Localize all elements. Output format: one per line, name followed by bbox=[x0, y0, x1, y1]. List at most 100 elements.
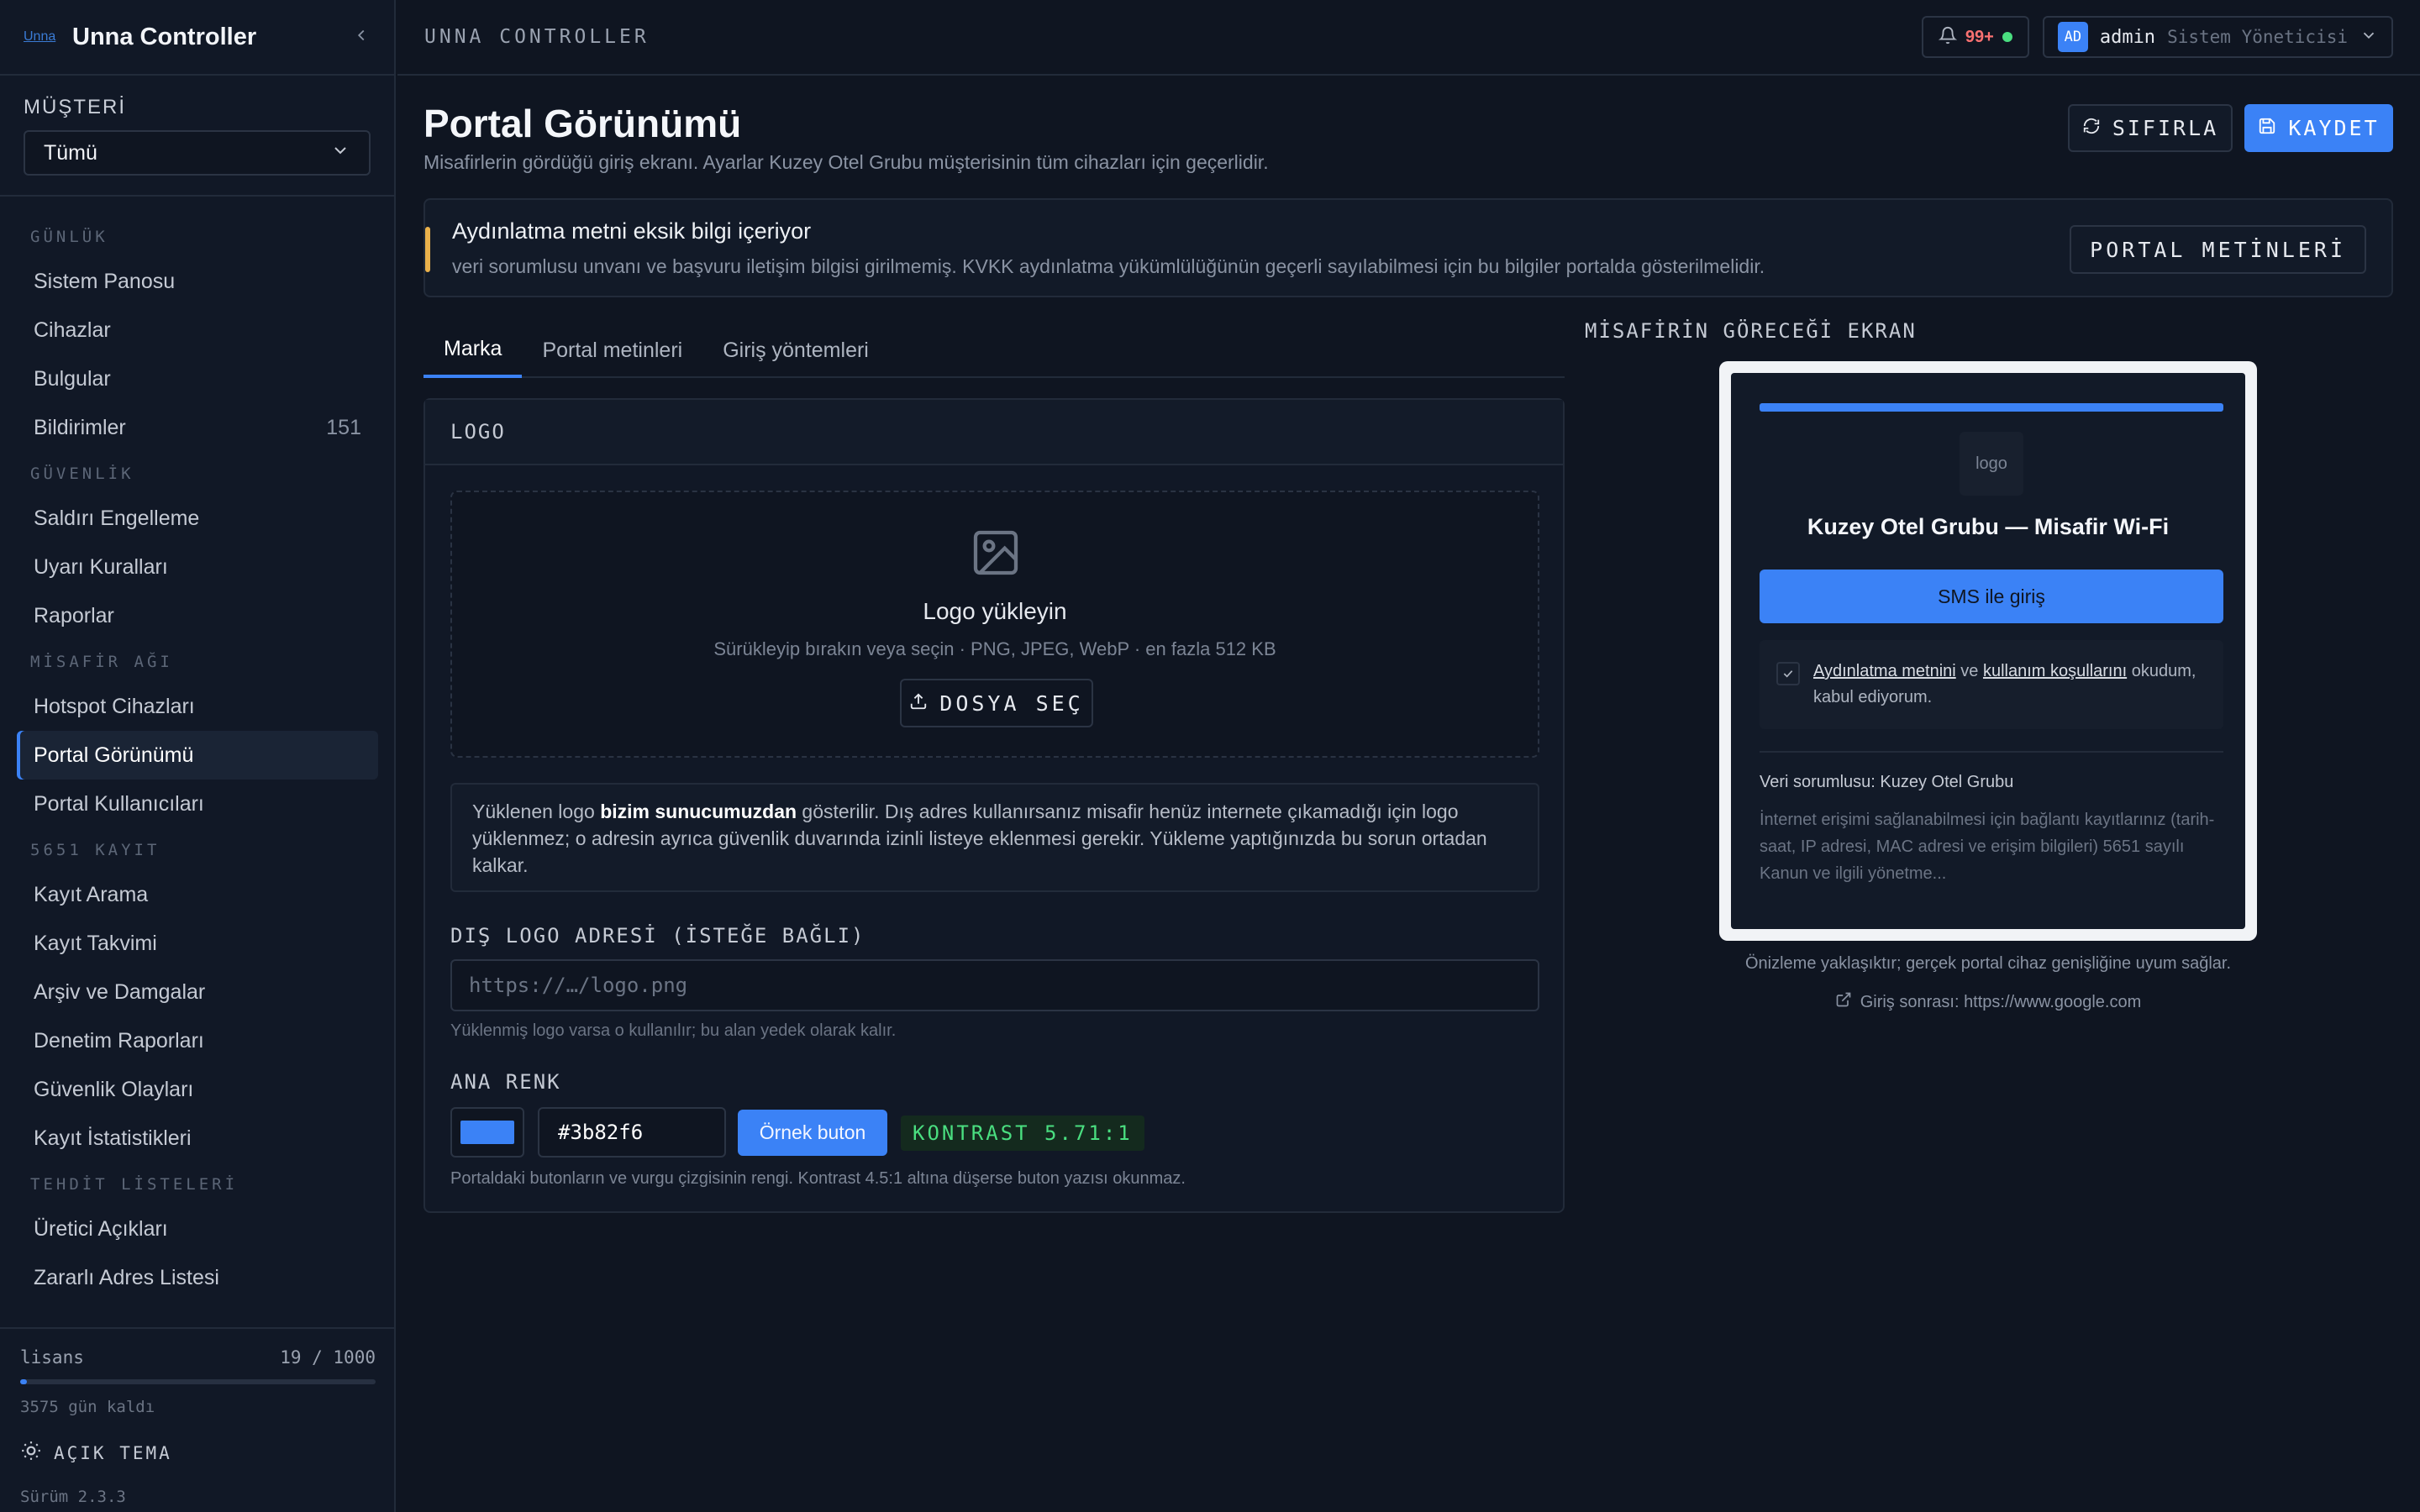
sidebar-item-label: Kayıt Arama bbox=[34, 882, 149, 906]
sidebar-item[interactable]: Raporlar bbox=[17, 591, 378, 640]
license-row: lisans 19 / 1000 bbox=[20, 1347, 376, 1368]
customer-select[interactable]: Tümü bbox=[24, 130, 371, 176]
sidebar-item[interactable]: Uyarı Kuralları bbox=[17, 543, 378, 591]
app-version: Sürüm 2.3.3 bbox=[20, 1488, 126, 1506]
sidebar-item[interactable]: Üretici Açıkları bbox=[17, 1205, 378, 1253]
breadcrumb: UNNA CONTROLLER bbox=[424, 26, 650, 48]
sidebar-footer: lisans 19 / 1000 3575 gün kaldı AÇIK TEM… bbox=[0, 1327, 396, 1512]
sidebar-item-label: Arşiv ve Damgalar bbox=[34, 979, 206, 1004]
theme-toggle[interactable]: AÇIK TEMA bbox=[20, 1440, 376, 1466]
customer-label: MÜŞTERİ bbox=[24, 96, 126, 118]
upload-icon bbox=[909, 691, 928, 716]
sidebar-item[interactable]: Kayıt Takvimi bbox=[17, 919, 378, 968]
sidebar-item-label: Sistem Panosu bbox=[34, 269, 176, 293]
sidebar-item-label: Üretici Açıkları bbox=[34, 1216, 168, 1241]
color-swatch bbox=[460, 1121, 514, 1144]
user-menu[interactable]: AD admin Sistem Yöneticisi bbox=[2042, 16, 2393, 58]
sidebar-item[interactable]: Güvenlik Olayları bbox=[17, 1065, 378, 1114]
sidebar-item[interactable]: Portal Görünümü bbox=[17, 731, 378, 780]
sidebar-item[interactable]: Zararlı Adres Listesi bbox=[17, 1253, 378, 1302]
page-subtitle: Misafirlerin gördüğü giriş ekranı. Ayarl… bbox=[424, 151, 1269, 173]
notifications-button[interactable]: 99+ bbox=[1921, 16, 2029, 58]
sidebar-item-label: Portal Kullanıcıları bbox=[34, 791, 204, 816]
external-logo-url-input[interactable] bbox=[450, 959, 1539, 1011]
sidebar-item[interactable]: Bildirimler 151 bbox=[17, 403, 378, 452]
sidebar: Unna Unna Controller MÜŞTERİ Tümü GÜNLÜK… bbox=[0, 0, 396, 1512]
preview-note: Önizleme yaklaşıktır; gerçek portal ciha… bbox=[1744, 954, 2232, 973]
preview-consent-box: Aydınlatma metnini ve kullanım koşulları… bbox=[1760, 640, 2223, 729]
sidebar-item-label: Cihazlar bbox=[34, 318, 111, 342]
check-icon bbox=[1776, 662, 1800, 685]
chevron-down-icon bbox=[330, 140, 350, 166]
dropzone-hint: Sürükleyip bırakın veya seçin · PNG, JPE… bbox=[713, 638, 1276, 659]
external-logo-label: DIŞ LOGO ADRESİ (İSTEĞE BAĞLI) bbox=[450, 924, 865, 948]
chevron-down-icon bbox=[2360, 26, 2378, 49]
choose-file-button[interactable]: DOSYA SEÇ bbox=[900, 679, 1093, 727]
sidebar-item[interactable]: Bulgular bbox=[17, 354, 378, 403]
sidebar-item[interactable]: Saldırı Engelleme bbox=[17, 494, 378, 543]
preview-redirect-text: Giriş sonrası: https://www.google.com bbox=[1860, 992, 2142, 1011]
customer-select-value: Tümü bbox=[44, 140, 97, 165]
external-link-icon bbox=[1835, 991, 1852, 1013]
preview-device-frame: logo Kuzey Otel Grubu — Misafir Wi-Fi SM… bbox=[1719, 361, 2257, 941]
sidebar-item[interactable]: Cihazlar bbox=[17, 306, 378, 354]
sidebar-item[interactable]: Arşiv ve Damgalar bbox=[17, 968, 378, 1016]
alert-accent-bar bbox=[425, 227, 430, 272]
sidebar-section-label: MİSAFİR AĞI bbox=[30, 653, 173, 671]
sidebar-item[interactable]: Denetim Raporları bbox=[17, 1016, 378, 1065]
app-logo: Unna bbox=[24, 29, 56, 44]
save-button[interactable]: KAYDET bbox=[2244, 104, 2393, 152]
chevron-left-icon[interactable] bbox=[352, 24, 371, 50]
dropzone-title: Logo yükleyin bbox=[923, 598, 1067, 624]
sidebar-item-label: Saldırı Engelleme bbox=[34, 506, 200, 530]
tab-portal-texts[interactable]: Portal metinleri bbox=[522, 323, 702, 378]
color-picker[interactable] bbox=[450, 1107, 524, 1158]
color-hex-input[interactable] bbox=[538, 1107, 726, 1158]
save-icon bbox=[2258, 116, 2276, 140]
preview-accent-line bbox=[1760, 403, 2223, 412]
sidebar-item-count: 151 bbox=[326, 415, 361, 439]
bell-icon bbox=[1938, 26, 1958, 49]
sidebar-section-label: 5651 KAYIT bbox=[30, 841, 160, 859]
user-name: admin bbox=[2099, 26, 2156, 48]
sidebar-item[interactable]: Hotspot Cihazları bbox=[17, 682, 378, 731]
refresh-icon bbox=[2082, 116, 2101, 140]
portal-texts-button[interactable]: PORTAL METİNLERİ bbox=[2070, 225, 2366, 274]
sidebar-item-label: Bulgular bbox=[34, 366, 111, 391]
sidebar-nav: GÜNLÜK Sistem Panosu Cihazlar Bulgular Bildi… bbox=[17, 215, 378, 1324]
preview-redirect: Giriş sonrası: https://www.google.com bbox=[1719, 991, 2257, 1013]
sidebar-item[interactable]: Kayıt Arama bbox=[17, 870, 378, 919]
sidebar-section-label: TEHDİT LİSTELERİ bbox=[30, 1175, 239, 1194]
logo-dropzone[interactable]: Logo yükleyin Sürükleyip bırakın veya se… bbox=[450, 491, 1539, 758]
preview-sms-login-button: SMS ile giriş bbox=[1760, 570, 2223, 623]
logo-info-box: Yüklenen logo bizim sunucumuzdan gösteri… bbox=[450, 783, 1539, 892]
sidebar-item-label: Denetim Raporları bbox=[34, 1028, 204, 1053]
info-text-bold: bizim sunucumuzdan bbox=[600, 801, 797, 822]
topbar: UNNA CONTROLLER 99+ AD admin Sistem Yöne… bbox=[397, 0, 2420, 76]
sample-button[interactable]: Örnek buton bbox=[738, 1110, 887, 1156]
sidebar-item-label: Hotspot Cihazları bbox=[34, 694, 195, 718]
page-title: Portal Görünümü bbox=[424, 102, 742, 145]
consent-link-terms: kullanım koşullarını bbox=[1982, 662, 2128, 680]
contrast-badge: KONTRAST 5.71:1 bbox=[901, 1116, 1144, 1151]
avatar: AD bbox=[2057, 22, 2088, 52]
sidebar-item[interactable]: Portal Kullanıcıları bbox=[17, 780, 378, 828]
preview-title: Kuzey Otel Grubu — Misafir Wi-Fi bbox=[1807, 514, 2170, 539]
consent-and: ve bbox=[1955, 662, 1983, 680]
choose-file-label: DOSYA SEÇ bbox=[939, 690, 1084, 716]
logo-card: LOGO Logo yükleyin Sürükleyip bırakın ve… bbox=[424, 398, 1565, 1213]
alert-title: Aydınlatma metni eksik bilgi içeriyor bbox=[452, 218, 812, 244]
reset-button[interactable]: SIFIRLA bbox=[2068, 104, 2233, 152]
info-text-pre: Yüklenen logo bbox=[472, 801, 601, 822]
sidebar-section-label: GÜVENLİK bbox=[30, 465, 134, 483]
sidebar-item-label: Bildirimler bbox=[34, 415, 126, 439]
sidebar-item[interactable]: Kayıt İstatistikleri bbox=[17, 1114, 378, 1163]
tab-brand[interactable]: Marka bbox=[424, 323, 523, 378]
logo-card-header: LOGO bbox=[425, 400, 1563, 465]
tab-login-methods[interactable]: Giriş yöntemleri bbox=[702, 323, 889, 378]
preview-screen: logo Kuzey Otel Grubu — Misafir Wi-Fi SM… bbox=[1731, 373, 2245, 929]
sidebar-item-label: Kayıt Takvimi bbox=[34, 931, 157, 955]
reset-button-label: SIFIRLA bbox=[2112, 116, 2219, 140]
sidebar-item[interactable]: Sistem Panosu bbox=[17, 257, 378, 306]
license-progress-fill bbox=[20, 1379, 28, 1384]
